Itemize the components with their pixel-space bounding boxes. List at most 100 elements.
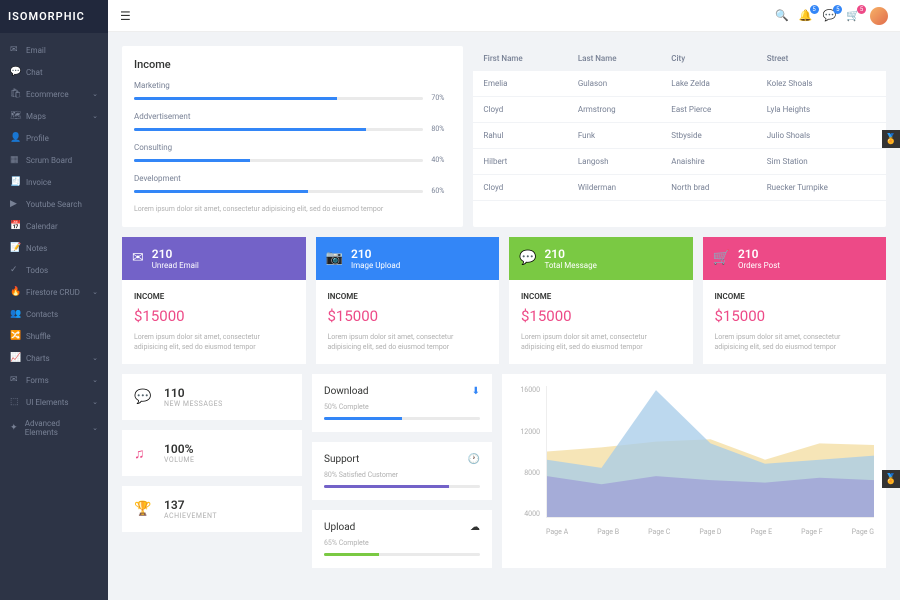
stat-header[interactable]: 📷 210Image Upload <box>316 237 500 280</box>
sidebar-item-charts[interactable]: 📈Charts⌄ <box>0 347 108 369</box>
table-row[interactable]: CloydWildermanNorth bradRuecker Turnpike <box>473 175 886 201</box>
brand-logo[interactable]: ISOMORPHIC <box>0 0 108 33</box>
stat-header[interactable]: 🛒210Orders Post <box>703 237 887 280</box>
table-card: First NameLast NameCityStreetEmeliaGulas… <box>473 46 886 227</box>
sidebar-item-shuffle[interactable]: 🔀Shuffle <box>0 325 108 347</box>
mini-stat-card: 🏆137ACHIEVEMENT <box>122 486 302 532</box>
sidebar-item-chat[interactable]: 💬 Chat <box>0 61 108 83</box>
sidebar-label: Youtube Search <box>26 200 82 209</box>
mini-label: VOLUME <box>164 456 194 464</box>
table-row[interactable]: HilbertLangoshAnaishireSim Station <box>473 149 886 175</box>
income-text: Lorem ipsum dolor sit amet, consectetur … <box>134 333 294 353</box>
sidebar-item-profile[interactable]: 👤Profile <box>0 127 108 149</box>
stat-card: 📷210Image UploadINCOME$15000Lorem ipsum … <box>316 237 500 365</box>
search-icon[interactable]: 🔍 <box>775 9 789 22</box>
sidebar-item-firestore-crud[interactable]: 🔥Firestore CRUD⌄ <box>0 281 108 303</box>
sidebar-label: Firestore CRUD <box>26 288 80 297</box>
sidebar-item-calendar[interactable]: 📅Calendar <box>0 215 108 237</box>
sidebar-icon: 💬 <box>10 67 20 77</box>
table-cell: Rahul <box>473 123 567 149</box>
progress-pct: 80% <box>431 125 451 133</box>
stat-card: 💬210Total MessageINCOME$15000Lorem ipsum… <box>509 237 693 365</box>
progress-bar <box>134 159 423 162</box>
sidebar-item-invoice[interactable]: 🧾Invoice <box>0 171 108 193</box>
notif-badge: 5 <box>810 5 819 14</box>
sidebar-label: Chat <box>26 68 43 77</box>
sidebar-item-ui-elements[interactable]: ⬚UI Elements⌄ <box>0 391 108 413</box>
notifications-icon[interactable]: 🔔5 <box>799 9 813 22</box>
sidebar-label: Notes <box>26 244 47 253</box>
messages-icon[interactable]: 💬5 <box>823 9 837 22</box>
sidebar-item-maps[interactable]: 🗺Maps⌄ <box>0 105 108 127</box>
chevron-down-icon: ⌄ <box>92 376 98 384</box>
progress-bar <box>134 128 423 131</box>
sidebar-item-advanced-elements[interactable]: ✦Advanced Elements⌄ <box>0 413 108 443</box>
sidebar-item-youtube-search[interactable]: ▶Youtube Search <box>0 193 108 215</box>
progress-card: Support🕐80% Satisfied Customer <box>312 442 492 500</box>
stat-subtitle: Image Upload <box>351 261 400 270</box>
sidebar-item-forms[interactable]: ✉Forms⌄ <box>0 369 108 391</box>
cart-icon[interactable]: 🛒5 <box>846 9 860 22</box>
sidebar-item-contacts[interactable]: 👥 Contacts <box>0 303 108 325</box>
area-chart-card: 160001200080004000 Page APage BPage CPag… <box>502 374 886 568</box>
sidebar-item-ecommerce[interactable]: 🛍Ecommerce⌄ <box>0 83 108 105</box>
income-footer-text: Lorem ipsum dolor sit amet, consectetur … <box>134 205 451 215</box>
mini-icon: 🏆 <box>134 501 154 517</box>
avatar[interactable] <box>870 7 888 25</box>
income-text: Lorem ipsum dolor sit amet, consectetur … <box>328 333 488 353</box>
income-title: Income <box>134 58 451 71</box>
mini-icon: ♫ <box>134 445 154 462</box>
table-header: City <box>661 46 756 71</box>
progress-icon: 🕐 <box>468 454 480 465</box>
sidebar-icon: ✉ <box>10 375 20 385</box>
table-cell: North brad <box>661 175 756 201</box>
sidebar-item-todos[interactable]: ✓Todos <box>0 259 108 281</box>
table-cell: Hilbert <box>473 149 567 175</box>
mini-stat-card: ♫ 100%VOLUME <box>122 430 302 476</box>
table-row[interactable]: CloydArmstrongEast PierceLyla Heights <box>473 97 886 123</box>
floating-badge-2[interactable]: 🏅 <box>882 470 900 488</box>
progress-bar <box>134 97 423 100</box>
sidebar-label: Contacts <box>26 310 58 319</box>
stat-header[interactable]: ✉210Unread Email <box>122 237 306 280</box>
income-value: $15000 <box>521 307 681 325</box>
table-row[interactable]: EmeliaGulasonLake ZeldaKolez Shoals <box>473 71 886 97</box>
income-label: INCOME <box>521 292 681 301</box>
floating-badge[interactable]: 🏅 <box>882 130 900 148</box>
msg-badge: 5 <box>833 5 842 14</box>
mini-number: 100% <box>164 442 194 456</box>
topbar: ☰ 🔍 🔔5 💬5 🛒5 <box>108 0 900 32</box>
table-cell: Gulason <box>568 71 661 97</box>
sidebar-icon: 📅 <box>10 221 20 231</box>
stat-header[interactable]: 💬210Total Message <box>509 237 693 280</box>
progress-label: Consulting <box>134 143 451 152</box>
chevron-down-icon: ⌄ <box>92 112 98 120</box>
x-tick: Page D <box>699 528 721 536</box>
stat-number: 210 <box>738 247 780 261</box>
y-tick: 8000 <box>514 469 540 477</box>
sidebar-icon: 👤 <box>10 133 20 143</box>
sidebar-label: Shuffle <box>26 332 51 341</box>
sidebar-item-scrum-board[interactable]: ▦Scrum Board <box>0 149 108 171</box>
progress-icon: ⬇ <box>472 386 480 397</box>
x-tick: Page C <box>648 528 670 536</box>
stat-card: 🛒210Orders PostINCOME$15000Lorem ipsum d… <box>703 237 887 365</box>
sidebar-icon: 🧾 <box>10 177 20 187</box>
sidebar-icon: 👥 <box>10 309 20 319</box>
table-cell: Armstrong <box>568 97 661 123</box>
sidebar-item-notes[interactable]: 📝Notes <box>0 237 108 259</box>
cart-badge: 5 <box>857 5 866 14</box>
stat-subtitle: Orders Post <box>738 261 780 270</box>
table-cell: Kolez Shoals <box>757 71 886 97</box>
progress-label: Marketing <box>134 81 451 90</box>
stat-subtitle: Unread Email <box>152 261 199 270</box>
table-row[interactable]: RahulFunkStbysideJulio Shoals <box>473 123 886 149</box>
x-tick: Page F <box>801 528 822 536</box>
sidebar-label: UI Elements <box>26 398 69 407</box>
x-tick: Page E <box>751 528 773 536</box>
stat-icon: 📷 <box>326 250 343 266</box>
stat-icon: 💬 <box>519 250 536 266</box>
hamburger-icon[interactable]: ☰ <box>120 9 131 23</box>
sidebar-item-email[interactable]: ✉Email <box>0 39 108 61</box>
stat-number: 210 <box>351 247 400 261</box>
